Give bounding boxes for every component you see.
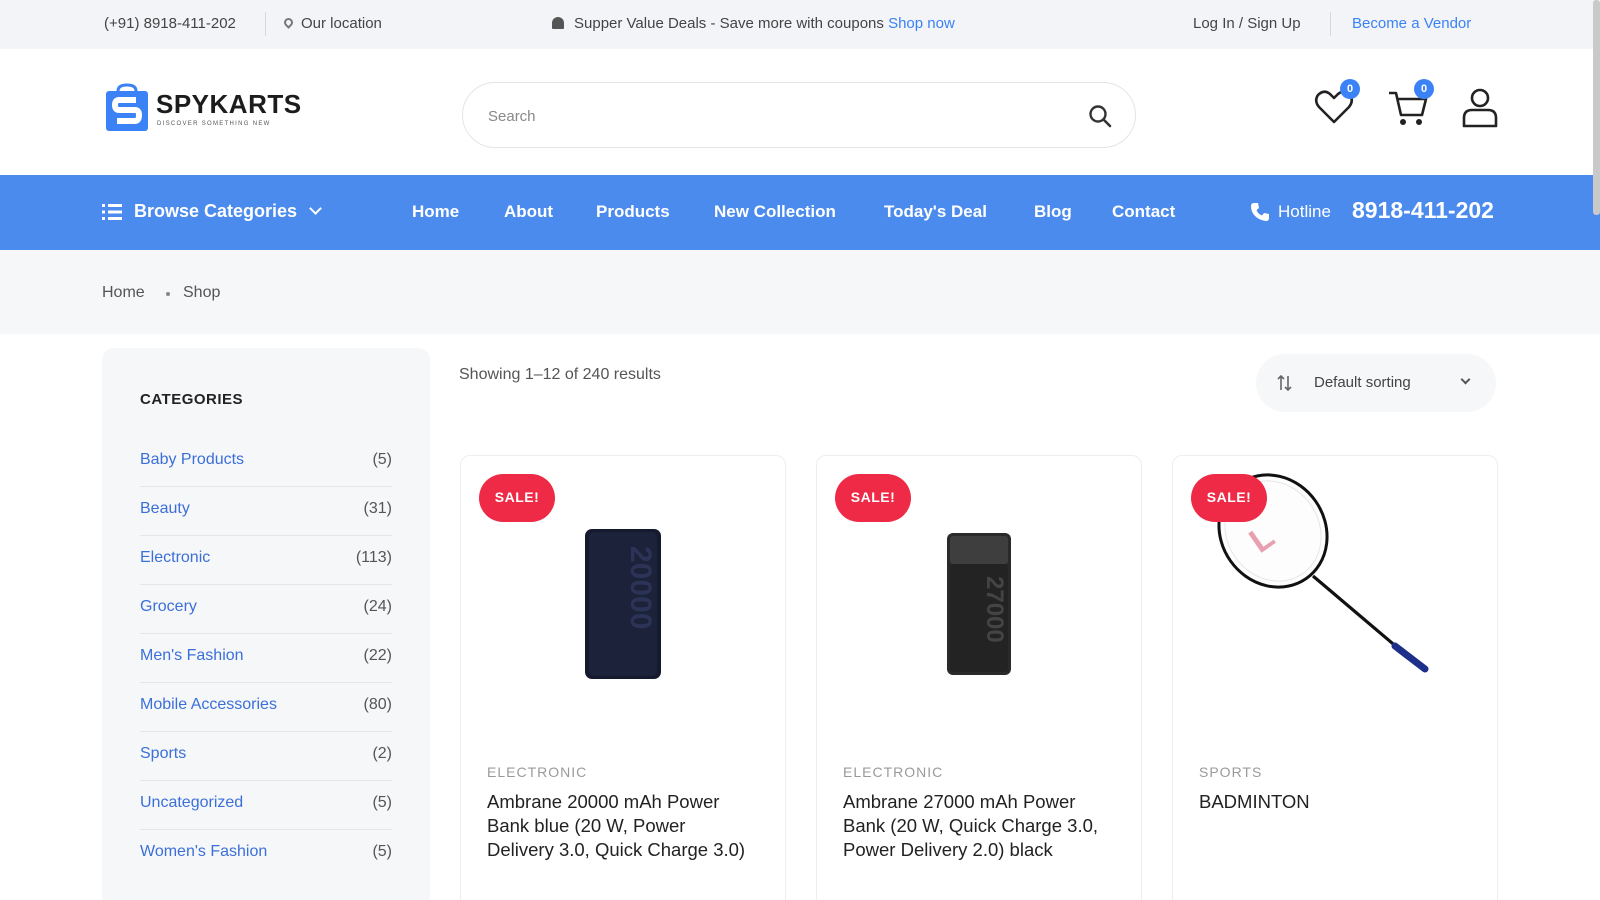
product-title[interactable]: Ambrane 20000 mAh Power Bank blue (20 W,… [487,790,757,862]
become-vendor-link[interactable]: Become a Vendor [1352,15,1471,32]
category-count: (113) [355,549,392,566]
breadcrumb: Home Shop [0,250,1600,334]
product-card[interactable]: SALE! 27000 ELECTRONIC Ambrane 27000 mAh… [816,455,1142,900]
sale-badge: SALE! [835,474,911,522]
nav-home[interactable]: Home [412,202,459,222]
nav-blog[interactable]: Blog [1034,202,1072,222]
category-count: (2) [372,745,392,762]
breadcrumb-home[interactable]: Home [102,284,145,302]
product-card[interactable]: SALE! 20000 ELECTRONIC Ambrane 20000 mAh… [460,455,786,900]
category-name: Baby Products [140,451,245,468]
location-link[interactable]: Our location [282,15,382,32]
promo-text: Supper Value Deals - Save more with coup… [574,15,884,32]
browse-categories-label: Browse Categories [134,201,298,221]
nav-products[interactable]: Products [596,202,670,222]
svg-text:27000: 27000 [981,576,1008,643]
category-name: Women's Fashion [140,843,268,860]
category-count: (24) [363,598,392,615]
account-button[interactable] [1458,85,1502,129]
category-name: Electronic [140,549,211,566]
breadcrumb-separator [166,292,170,296]
wishlist-count-badge: 0 [1340,79,1360,99]
promo-banner: Supper Value Deals - Save more with coup… [552,15,955,32]
browse-categories-button[interactable]: Browse Categories [102,201,322,222]
svg-text:20000: 20000 [624,546,657,629]
sidebar-title: CATEGORIES [140,391,244,408]
category-item[interactable]: Grocery (24) [140,585,392,634]
location-label: Our location [301,15,382,32]
search-icon[interactable] [1087,103,1113,129]
hotline-label: Hotline [1278,202,1331,221]
cart-button[interactable]: 0 [1386,79,1434,129]
product-category: ELECTRONIC [843,764,944,780]
category-item[interactable]: Women's Fashion (5) [140,830,392,879]
nav-todays-deal[interactable]: Today's Deal [884,202,987,222]
category-name: Beauty [140,500,190,517]
chevron-down-icon [1460,374,1471,385]
sale-badge: SALE! [1191,474,1267,522]
divider [1330,12,1331,36]
login-signup-link[interactable]: Log In / Sign Up [1193,15,1301,32]
chevron-down-icon [309,202,322,215]
product-title[interactable]: Ambrane 27000 mAh Power Bank (20 W, Quic… [843,790,1113,862]
site-header: SPYKARTS DISCOVER SOMETHING NEW 0 0 [0,49,1600,175]
category-name: Uncategorized [140,794,244,811]
sale-badge: SALE! [479,474,555,522]
contact-phone[interactable]: (+91) 8918-411-202 [104,15,236,32]
shopping-bag-logo-icon [106,83,148,131]
search-input[interactable] [488,105,1048,127]
category-name: Men's Fashion [140,647,244,664]
product-title[interactable]: BADMINTON [1199,790,1469,814]
category-item[interactable]: Mobile Accessories (80) [140,683,392,732]
category-count: (5) [372,843,392,860]
category-count: (31) [363,500,392,517]
cart-count-badge: 0 [1414,79,1434,99]
sort-dropdown[interactable]: Default sorting [1256,354,1496,412]
category-item[interactable]: Uncategorized (5) [140,781,392,830]
product-category: ELECTRONIC [487,764,588,780]
product-category: SPORTS [1199,764,1263,780]
logo-name: SPYKARTS [156,89,302,119]
category-item[interactable]: Baby Products (5) [140,438,392,487]
phone-icon [1251,203,1269,221]
top-bar: (+91) 8918-411-202 Our location Supper V… [0,0,1600,49]
nav-contact[interactable]: Contact [1112,202,1175,222]
logo-tagline: DISCOVER SOMETHING NEW [157,121,271,127]
category-item[interactable]: Beauty (31) [140,487,392,536]
sort-selected-value: Default sorting [1314,374,1411,391]
nav-new-collection[interactable]: New Collection [714,202,836,222]
user-icon [1462,88,1498,128]
site-logo[interactable]: SPYKARTS DISCOVER SOMETHING NEW [104,83,301,133]
category-name: Grocery [140,598,197,615]
sort-icon [1277,374,1292,392]
shop-now-link[interactable]: Shop now [888,15,955,32]
category-count: (22) [363,647,392,664]
wishlist-button[interactable]: 0 [1312,79,1360,129]
product-card[interactable]: SALE! L SPORTS BADMINTON [1172,455,1498,900]
categories-sidebar: CATEGORIES Baby Products (5) Beauty (31) E… [102,348,430,900]
divider [265,12,266,36]
category-name: Mobile Accessories [140,696,277,713]
category-item[interactable]: Men's Fashion (22) [140,634,392,683]
category-item[interactable]: Sports (2) [140,732,392,781]
main-navigation: Browse Categories Home About Products Ne… [0,175,1600,250]
page-scrollbar[interactable] [1593,0,1600,215]
location-pin-icon [282,16,295,29]
category-item[interactable]: Electronic (113) [140,536,392,585]
breadcrumb-current: Shop [183,284,221,301]
category-name: Sports [140,745,187,762]
results-count: Showing 1–12 of 240 results [459,366,661,383]
nav-about[interactable]: About [504,202,553,222]
hotline-number[interactable]: 8918-411-202 [1352,197,1494,224]
category-count: (80) [363,696,392,713]
bell-icon [552,17,564,29]
search-bar [462,82,1136,148]
category-count: (5) [372,794,392,811]
menu-list-icon [102,204,122,220]
category-count: (5) [372,451,392,468]
